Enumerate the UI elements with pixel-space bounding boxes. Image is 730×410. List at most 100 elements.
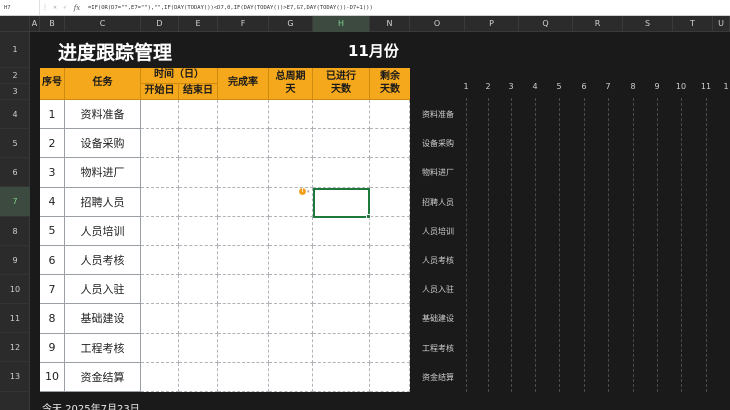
column-header-h[interactable]: H — [313, 16, 370, 32]
row-completion[interactable] — [218, 129, 269, 159]
row-elapsed-days[interactable] — [313, 100, 370, 130]
row-completion[interactable] — [218, 158, 269, 188]
row-end-day[interactable] — [179, 246, 218, 276]
column-header-r[interactable]: R — [573, 16, 623, 32]
row-end-day[interactable] — [179, 304, 218, 334]
row-seq[interactable]: 10 — [40, 362, 65, 392]
row-elapsed-days[interactable] — [313, 275, 370, 305]
row-total-days[interactable] — [269, 100, 313, 130]
column-header-u[interactable]: U — [713, 16, 730, 32]
error-dropdown-icon[interactable]: ▾ — [307, 189, 310, 195]
header-remaining-days[interactable]: 剩余 天数 — [370, 68, 410, 100]
row-task[interactable]: 基础建设 — [65, 304, 141, 334]
row-elapsed-days[interactable] — [313, 246, 370, 276]
row-start-day[interactable] — [141, 275, 179, 305]
row-remaining-days[interactable] — [370, 187, 410, 217]
header-end-day[interactable]: 结束日 — [179, 84, 218, 100]
row-start-day[interactable] — [141, 158, 179, 188]
cancel-icon[interactable]: ✕ — [50, 4, 60, 11]
row-completion[interactable] — [218, 275, 269, 305]
row-task[interactable]: 物料进厂 — [65, 158, 141, 188]
row-header-1[interactable]: 1 — [0, 32, 30, 68]
row-header-6[interactable]: 6 — [0, 158, 30, 187]
row-task[interactable]: 招聘人员 — [65, 187, 141, 217]
header-task[interactable]: 任务 — [65, 68, 141, 100]
column-header-f[interactable]: F — [218, 16, 269, 32]
row-seq[interactable]: 3 — [40, 158, 65, 188]
row-remaining-days[interactable] — [370, 304, 410, 334]
row-total-days[interactable] — [269, 304, 313, 334]
row-total-days[interactable] — [269, 362, 313, 392]
row-header-12[interactable]: 12 — [0, 333, 30, 362]
column-header-d[interactable]: D — [141, 16, 179, 32]
header-elapsed-days[interactable]: 已进行 天数 — [313, 68, 370, 100]
row-seq[interactable]: 8 — [40, 304, 65, 334]
row-completion[interactable] — [218, 216, 269, 246]
row-seq[interactable]: 2 — [40, 129, 65, 159]
name-box[interactable]: H7 — [0, 0, 40, 15]
row-elapsed-days[interactable] — [313, 362, 370, 392]
row-seq[interactable]: 6 — [40, 246, 65, 276]
row-total-days[interactable] — [269, 246, 313, 276]
row-remaining-days[interactable] — [370, 333, 410, 363]
row-task[interactable]: 人员培训 — [65, 216, 141, 246]
row-total-days[interactable] — [269, 158, 313, 188]
row-header-2[interactable]: 2 — [0, 68, 30, 84]
row-total-days[interactable] — [269, 216, 313, 246]
error-check-icon[interactable]: ! — [299, 188, 306, 195]
row-seq[interactable]: 1 — [40, 100, 65, 130]
row-start-day[interactable] — [141, 333, 179, 363]
select-all-corner[interactable] — [0, 16, 30, 32]
fx-icon[interactable]: fx — [70, 4, 84, 12]
row-total-days[interactable] — [269, 275, 313, 305]
row-end-day[interactable] — [179, 100, 218, 130]
row-end-day[interactable] — [179, 187, 218, 217]
row-start-day[interactable] — [141, 187, 179, 217]
header-completion[interactable]: 完成率 — [218, 68, 269, 100]
row-elapsed-days[interactable] — [313, 216, 370, 246]
row-end-day[interactable] — [179, 333, 218, 363]
column-header-q[interactable]: Q — [519, 16, 573, 32]
column-header-o[interactable]: O — [410, 16, 465, 32]
row-elapsed-days[interactable] — [313, 129, 370, 159]
row-task[interactable]: 人员入驻 — [65, 275, 141, 305]
column-header-s[interactable]: S — [623, 16, 673, 32]
row-completion[interactable] — [218, 304, 269, 334]
row-header-10[interactable]: 10 — [0, 275, 30, 304]
row-seq[interactable]: 9 — [40, 333, 65, 363]
row-remaining-days[interactable] — [370, 216, 410, 246]
formula-input[interactable]: =IF(OR(D7="",E7=""),"",IF(DAY(TODAY())<D… — [84, 5, 373, 11]
row-header-3[interactable]: 3 — [0, 84, 30, 100]
row-end-day[interactable] — [179, 275, 218, 305]
column-header-e[interactable]: E — [179, 16, 218, 32]
column-header-c[interactable]: C — [65, 16, 141, 32]
column-header-g[interactable]: G — [269, 16, 313, 32]
column-header-a[interactable]: A — [30, 16, 40, 32]
row-header-5[interactable]: 5 — [0, 129, 30, 158]
row-task[interactable]: 资料准备 — [65, 100, 141, 130]
row-header-13[interactable]: 13 — [0, 362, 30, 392]
row-start-day[interactable] — [141, 216, 179, 246]
row-remaining-days[interactable] — [370, 362, 410, 392]
row-start-day[interactable] — [141, 129, 179, 159]
active-cell-h7[interactable] — [313, 188, 370, 218]
row-remaining-days[interactable] — [370, 246, 410, 276]
row-completion[interactable] — [218, 333, 269, 363]
column-header-n[interactable]: N — [370, 16, 410, 32]
row-end-day[interactable] — [179, 129, 218, 159]
row-end-day[interactable] — [179, 362, 218, 392]
row-start-day[interactable] — [141, 246, 179, 276]
row-seq[interactable]: 4 — [40, 187, 65, 217]
row-total-days[interactable] — [269, 333, 313, 363]
row-seq[interactable]: 5 — [40, 216, 65, 246]
row-seq[interactable]: 7 — [40, 275, 65, 305]
fill-handle[interactable] — [366, 214, 371, 219]
row-task[interactable]: 资金结算 — [65, 362, 141, 392]
row-header-8[interactable]: 8 — [0, 217, 30, 246]
row-start-day[interactable] — [141, 362, 179, 392]
row-total-days[interactable] — [269, 129, 313, 159]
row-completion[interactable] — [218, 100, 269, 130]
row-header-11[interactable]: 11 — [0, 304, 30, 333]
row-header-4[interactable]: 4 — [0, 100, 30, 129]
column-header-t[interactable]: T — [673, 16, 713, 32]
